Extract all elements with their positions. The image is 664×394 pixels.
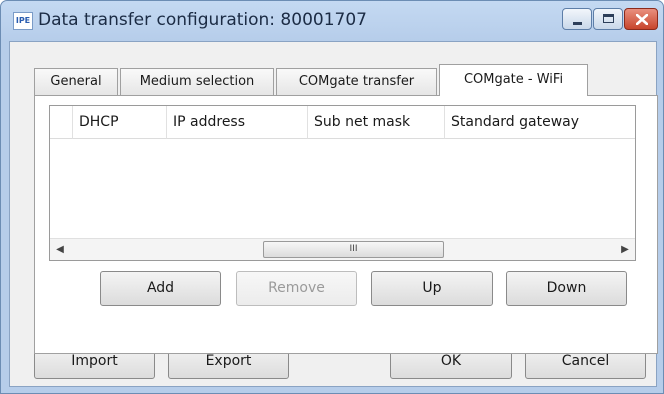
tab-comgate-transfer[interactable]: COMgate transfer [276,68,437,95]
up-button[interactable]: Up [371,271,493,306]
app-icon: IPE [13,12,33,30]
title-bar[interactable]: IPE Data transfer configuration: 8000170… [1,1,663,41]
scrollbar-thumb[interactable]: III [263,241,444,258]
column-header-ip-address[interactable]: IP address [167,106,308,139]
scroll-left-icon[interactable]: ◀ [50,239,70,260]
column-header-subnet-mask[interactable]: Sub net mask [308,106,445,139]
tab-general[interactable]: General [34,68,118,95]
tab-panel: DHCP IP address Sub net mask Standard ga… [34,95,658,354]
row-header-column [50,106,73,139]
dialog-body: General Medium selection COMgate transfe… [9,41,658,387]
tab-comgate-wifi[interactable]: COMgate - WiFi [439,64,588,96]
add-button[interactable]: Add [100,271,221,306]
minimize-button[interactable] [562,8,592,30]
close-button[interactable] [624,8,658,30]
scroll-right-icon[interactable]: ▶ [615,239,635,260]
horizontal-scrollbar[interactable]: ◀ III ▶ [50,238,635,260]
dialog-window: IPE Data transfer configuration: 8000170… [0,0,664,394]
maximize-icon [603,14,614,23]
minimize-icon [573,22,582,25]
remove-button[interactable]: Remove [236,271,357,306]
tab-medium-selection[interactable]: Medium selection [120,68,274,95]
column-header-standard-gateway[interactable]: Standard gateway [445,106,635,139]
close-icon [636,14,648,25]
network-grid[interactable]: DHCP IP address Sub net mask Standard ga… [49,105,636,261]
column-header-dhcp[interactable]: DHCP [73,106,167,139]
maximize-button[interactable] [593,8,623,30]
window-title: Data transfer configuration: 80001707 [38,10,367,30]
down-button[interactable]: Down [506,271,627,306]
